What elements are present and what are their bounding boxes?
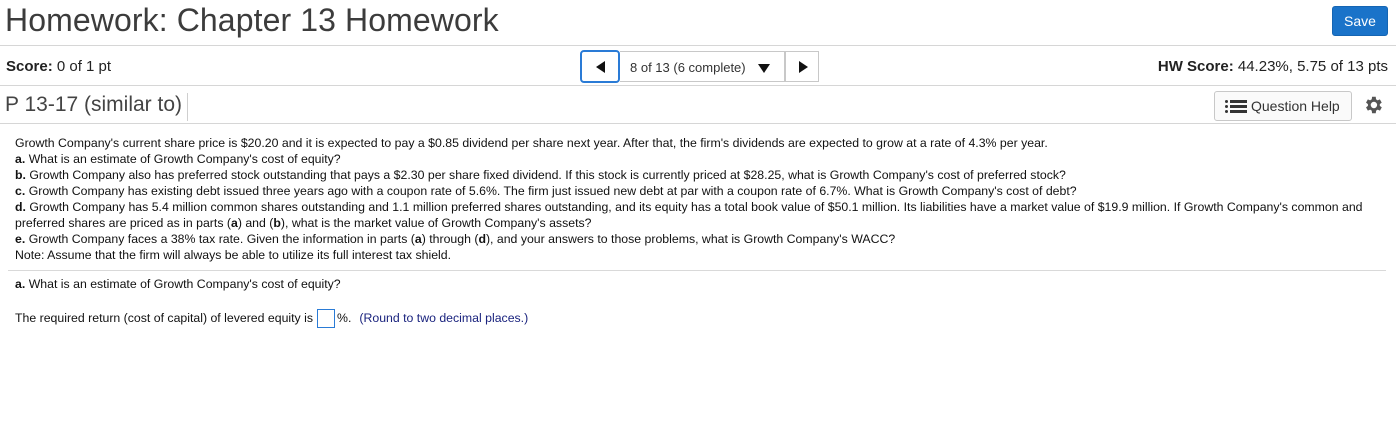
part-a-text: What is an estimate of Growth Company's … bbox=[28, 152, 341, 166]
part-e-ref-d: d bbox=[478, 232, 486, 246]
question-part-c: c. Growth Company has existing debt issu… bbox=[15, 183, 1385, 199]
answer-line: The required return (cost of capital) of… bbox=[15, 308, 528, 328]
part-d-text-2: ) and ( bbox=[237, 216, 274, 230]
current-part-question: a. What is an estimate of Growth Company… bbox=[15, 277, 341, 291]
cost-of-equity-input[interactable] bbox=[317, 308, 336, 328]
part-c-text: Growth Company has existing debt issued … bbox=[28, 184, 1077, 198]
part-d-text-3: ), what is the market value of Growth Co… bbox=[280, 216, 592, 230]
triangle-left-icon bbox=[596, 61, 605, 73]
rounding-hint: (Round to two decimal places.) bbox=[359, 311, 529, 325]
part-c-label: c. bbox=[15, 184, 26, 198]
save-button[interactable]: Save bbox=[1332, 6, 1388, 36]
list-icon bbox=[1225, 100, 1247, 114]
hw-score-value: 44.23%, 5.75 of 13 pts bbox=[1237, 58, 1388, 75]
question-part-a: a. What is an estimate of Growth Company… bbox=[15, 151, 1385, 167]
part-d-ref-a: a bbox=[230, 216, 238, 230]
answer-suffix: %. bbox=[337, 311, 352, 325]
question-note: Note: Assume that the firm will always b… bbox=[15, 248, 452, 262]
question-part-d: d. Growth Company has 5.4 million common… bbox=[15, 199, 1385, 231]
part-d-label: d. bbox=[15, 200, 26, 214]
title-bar: Homework: Chapter 13 Homework Save bbox=[0, 0, 1396, 46]
part-e-text-2: ) through ( bbox=[421, 232, 479, 246]
next-question-button[interactable] bbox=[785, 51, 819, 82]
part-a-label: a. bbox=[15, 152, 26, 166]
part-e-ref-a: a bbox=[414, 232, 422, 246]
caret-down-icon bbox=[758, 64, 770, 73]
question-help-label: Question Help bbox=[1251, 98, 1340, 114]
hw-score: HW Score: 44.23%, 5.75 of 13 pts bbox=[1158, 58, 1388, 75]
score-value: 0 of 1 pt bbox=[56, 58, 112, 75]
part-e-text-1: Growth Company faces a 38% tax rate. Giv… bbox=[28, 232, 415, 246]
part-e-text-3: ), and your answers to those problems, w… bbox=[485, 232, 896, 246]
question-part-e: e. Growth Company faces a 38% tax rate. … bbox=[15, 231, 1385, 247]
part-d-ref-b: b bbox=[273, 216, 281, 230]
part-b-label: b. bbox=[15, 168, 26, 182]
question-score: Score: 0 of 1 pt bbox=[6, 58, 111, 75]
score-label: Score: bbox=[6, 58, 53, 75]
answer-prefix: The required return (cost of capital) of… bbox=[15, 311, 314, 325]
question-help-button[interactable]: Question Help bbox=[1214, 91, 1352, 121]
score-bar: Score: 0 of 1 pt 8 of 13 (6 complete) HW… bbox=[0, 46, 1396, 86]
divider bbox=[8, 270, 1386, 271]
current-part-text: What is an estimate of Growth Company's … bbox=[28, 277, 341, 291]
problem-bar: P 13-17 (similar to) Question Help bbox=[0, 86, 1396, 124]
gear-icon[interactable] bbox=[1362, 94, 1384, 116]
page-title: Homework: Chapter 13 Homework bbox=[5, 2, 499, 38]
problem-id: P 13-17 (similar to) bbox=[5, 93, 189, 121]
triangle-right-icon bbox=[799, 61, 808, 73]
current-part-label: a. bbox=[15, 277, 26, 291]
previous-question-button[interactable] bbox=[580, 50, 620, 83]
question-position: 8 of 13 (6 complete) bbox=[630, 60, 746, 75]
part-d-text-1: Growth Company has 5.4 million common sh… bbox=[15, 200, 1363, 230]
question-select-dropdown[interactable]: 8 of 13 (6 complete) bbox=[620, 51, 785, 82]
part-b-text: Growth Company also has preferred stock … bbox=[29, 168, 1066, 182]
question-intro: Growth Company's current share price is … bbox=[15, 136, 1048, 150]
question-part-b: b. Growth Company also has preferred sto… bbox=[15, 167, 1385, 183]
part-e-label: e. bbox=[15, 232, 26, 246]
hw-score-label: HW Score: bbox=[1157, 58, 1234, 75]
question-text: Growth Company's current share price is … bbox=[15, 135, 1385, 263]
